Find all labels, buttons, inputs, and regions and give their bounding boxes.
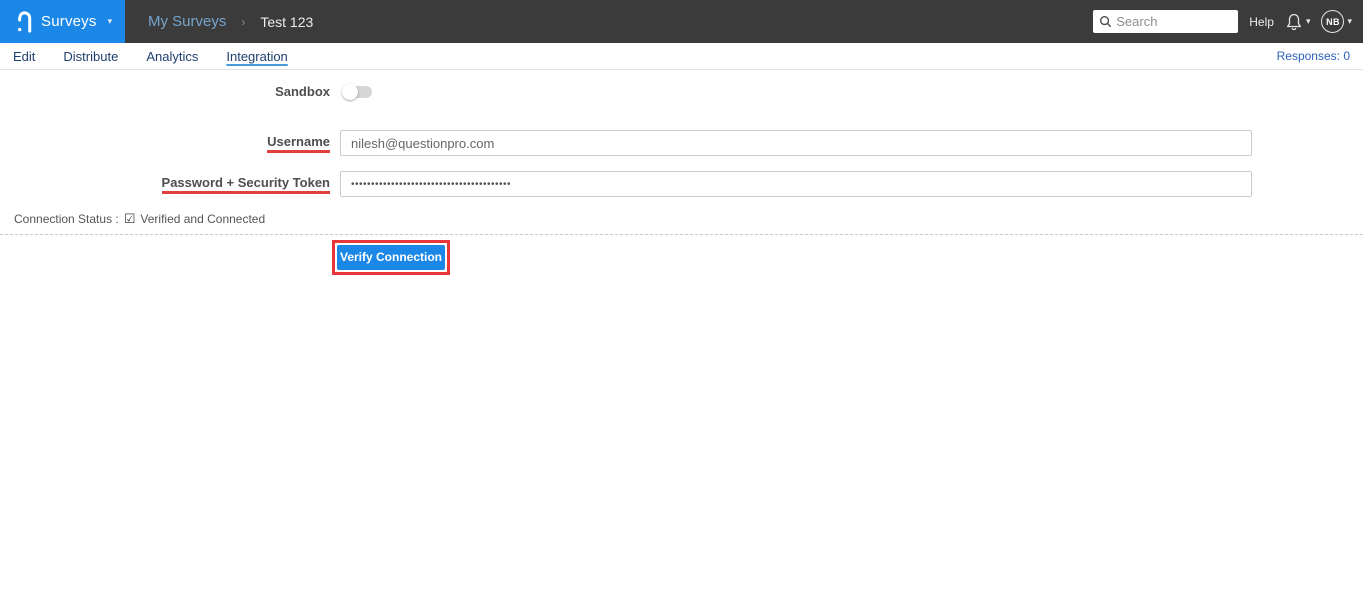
connection-status: Connection Status : ☑ Verified and Conne… (0, 211, 1363, 227)
responses-count[interactable]: Responses: 0 (1277, 49, 1350, 63)
product-label: Surveys (41, 13, 97, 30)
verify-connection-button[interactable]: Verify Connection (337, 245, 445, 270)
sandbox-row: Sandbox (0, 83, 1363, 100)
username-row: Username (0, 130, 1363, 156)
chevron-down-icon: ▾ (107, 16, 113, 26)
breadcrumb: My Surveys › Test 123 (148, 0, 313, 43)
chevron-down-icon: ▾ (1305, 16, 1311, 26)
search-box[interactable] (1093, 10, 1239, 33)
notifications-menu[interactable]: ▾ (1285, 12, 1311, 32)
breadcrumb-my-surveys[interactable]: My Surveys (148, 13, 226, 30)
product-switcher[interactable]: Surveys ▾ (0, 0, 125, 43)
breadcrumb-separator-icon: › (241, 14, 246, 29)
tab-distribute[interactable]: Distribute (63, 49, 118, 64)
help-link[interactable]: Help (1249, 15, 1274, 29)
search-input[interactable] (1116, 14, 1233, 29)
checked-checkbox-icon: ☑ (123, 211, 136, 226)
breadcrumb-survey-name: Test 123 (260, 13, 314, 30)
questionpro-logo-icon (15, 10, 32, 34)
password-row: Password + Security Token (0, 171, 1363, 197)
survey-tabs-bar: Edit Distribute Analytics Integration Re… (0, 43, 1363, 70)
tab-analytics[interactable]: Analytics (146, 49, 198, 64)
connection-status-value: Verified and Connected (140, 212, 266, 226)
bell-icon (1285, 12, 1303, 32)
integration-form: Sandbox Username Password + Security Tok… (0, 70, 1363, 275)
verify-button-row: Verify Connection (332, 240, 1363, 275)
top-header-bar: Surveys ▾ My Surveys › Test 123 Help (0, 0, 1363, 43)
header-actions: Help ▾ NB ▾ (1093, 0, 1363, 43)
connection-status-label: Connection Status : (14, 212, 119, 226)
username-label: Username (0, 134, 330, 153)
account-menu[interactable]: NB ▾ (1321, 10, 1352, 33)
red-highlight-annotation: Verify Connection (332, 240, 450, 275)
avatar[interactable]: NB (1321, 10, 1345, 33)
password-input[interactable] (340, 171, 1252, 197)
username-input[interactable] (340, 130, 1252, 156)
dashed-divider (0, 234, 1363, 235)
sandbox-toggle[interactable] (342, 83, 372, 100)
chevron-down-icon: ▾ (1347, 16, 1352, 26)
tab-integration[interactable]: Integration (226, 49, 287, 64)
sandbox-label: Sandbox (275, 84, 330, 99)
toggle-knob (342, 83, 358, 100)
search-icon (1099, 15, 1112, 28)
tab-edit[interactable]: Edit (13, 49, 35, 64)
password-label: Password + Security Token (0, 175, 330, 194)
